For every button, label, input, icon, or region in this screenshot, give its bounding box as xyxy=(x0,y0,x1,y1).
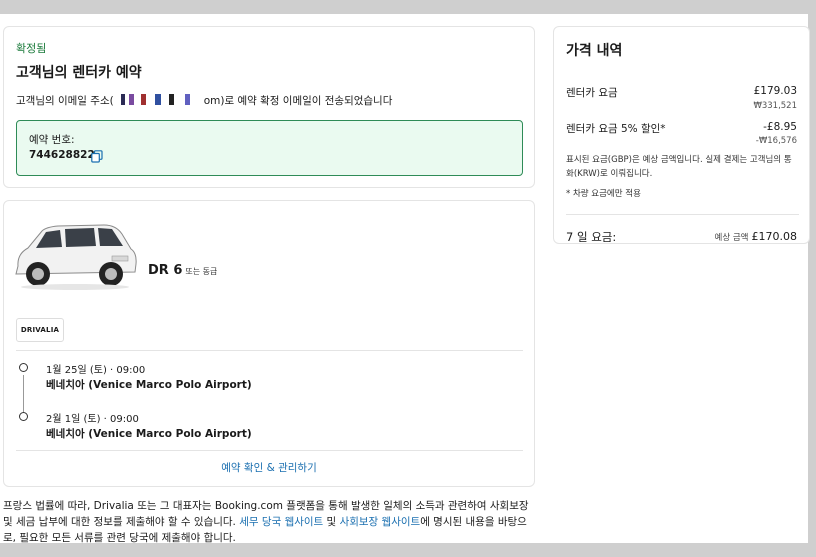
manage-booking-link[interactable]: 예약 확인 & 관리하기 xyxy=(4,460,534,475)
booking-number-box: 예약 번호: 744628822 xyxy=(16,120,523,176)
redacted-email xyxy=(114,94,203,105)
discount-value: -£8.95 xyxy=(763,121,797,133)
social-security-link[interactable]: 사회보장 웹사이트 xyxy=(340,516,421,528)
pickup-dot xyxy=(19,363,28,372)
car-image xyxy=(15,224,137,290)
pickup-date: 1월 25일 (토) · 09:00 xyxy=(46,365,146,376)
legal-and: 및 xyxy=(323,516,340,528)
pickup-location: 베네치아 (Venice Marco Polo Airport) xyxy=(46,379,252,391)
car-model: DR 6 xyxy=(148,263,183,278)
dropoff-location: 베네치아 (Venice Marco Polo Airport) xyxy=(46,428,252,440)
total-amount: £170.08 xyxy=(751,230,798,243)
dropoff-date: 2월 1일 (토) · 09:00 xyxy=(46,414,139,425)
page-title: 고객님의 렌터카 예약 xyxy=(16,65,142,81)
discount-footnote: * 차량 요금에만 적용 xyxy=(566,189,641,199)
email-notice-suffix: om)로 예약 확정 이메일이 전송되었습니다 xyxy=(203,95,393,107)
booking-number-label: 예약 번호: xyxy=(29,134,75,146)
tax-authority-link[interactable]: 세무 당국 웹사이트 xyxy=(239,516,323,528)
dropoff-dot xyxy=(19,412,28,421)
divider xyxy=(16,450,523,451)
supplier-logo: DRIVALIA xyxy=(16,318,64,342)
page: 확정됨 고객님의 렌터카 예약 고객님의 이메일 주소( om)로 예약 확정 이… xyxy=(0,14,810,546)
car-name: DR 6 또는 동급 xyxy=(148,263,217,278)
discount-label: 렌터카 요금 5% 할인* xyxy=(566,123,666,135)
car-similar-label: 또는 동급 xyxy=(185,267,218,276)
timeline-line xyxy=(23,375,24,415)
price-breakdown-card: 가격 내역 렌터카 요금 £179.03 ₩331,521 렌터카 요금 5% … xyxy=(553,26,810,244)
rental-price-value: £179.03 xyxy=(753,85,797,97)
divider xyxy=(566,214,799,215)
status-label: 확정됨 xyxy=(16,42,47,55)
email-notice: 고객님의 이메일 주소( om)로 예약 확정 이메일이 전송되었습니다 xyxy=(16,93,392,108)
copy-icon[interactable] xyxy=(91,150,103,163)
car-card: DR 6 또는 동급 DRIVALIA 1월 25일 (토) · 09:00 베네… xyxy=(3,200,535,487)
email-notice-prefix: 고객님의 이메일 주소( xyxy=(16,95,114,107)
divider xyxy=(16,350,523,351)
total-label: 7 일 요금: xyxy=(566,230,617,244)
booking-number: 744628822 xyxy=(29,149,95,161)
price-breakdown-title: 가격 내역 xyxy=(566,43,623,59)
rental-price-krw: ₩331,521 xyxy=(753,101,797,111)
rental-price-label: 렌터카 요금 xyxy=(566,87,618,99)
confirmation-card: 확정됨 고객님의 렌터카 예약 고객님의 이메일 주소( om)로 예약 확정 이… xyxy=(3,26,535,188)
legal-notice: 프랑스 법률에 따라, Drivalia 또는 그 대표자는 Booking.c… xyxy=(3,498,533,546)
total-value: 예상 금액 £170.08 xyxy=(715,230,797,243)
currency-note: 표시된 요금(GBP)은 예상 금액입니다. 실제 결제는 고객님의 통화(KR… xyxy=(566,155,792,179)
discount-krw: -₩16,576 xyxy=(755,136,797,146)
estimated-label: 예상 금액 xyxy=(714,233,749,243)
